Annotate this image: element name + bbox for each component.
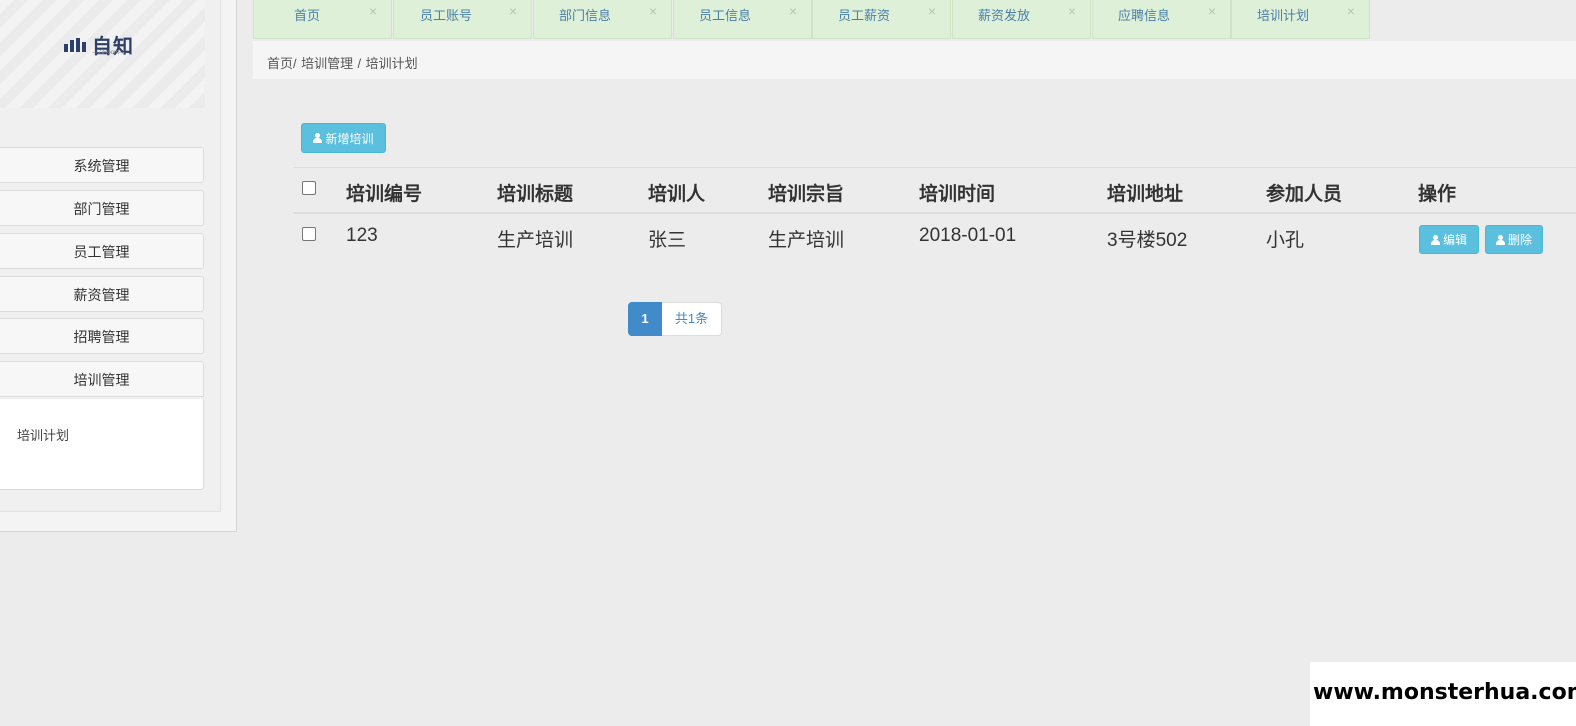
sidebar-item-training[interactable]: 培训管理 bbox=[0, 361, 204, 397]
page-total-count: 共1条 bbox=[662, 302, 722, 336]
cell-address: 3号楼502 bbox=[1107, 230, 1188, 251]
sidebar-item-system[interactable]: 系统管理 bbox=[0, 147, 204, 183]
column-header-purpose: 培训宗旨 bbox=[768, 184, 845, 205]
sidebar-submenu-training: 培训计划 bbox=[0, 399, 204, 490]
column-header-trainer: 培训人 bbox=[648, 184, 706, 205]
column-header-address: 培训地址 bbox=[1107, 184, 1184, 205]
close-icon[interactable]: × bbox=[1068, 3, 1076, 19]
edit-label: 编辑 bbox=[1442, 233, 1467, 247]
close-icon[interactable]: × bbox=[369, 3, 377, 19]
logo-subtext: —ZiRoom— bbox=[92, 50, 126, 56]
column-header-participants: 参加人员 bbox=[1266, 184, 1343, 205]
pagination: 1 共1条 bbox=[628, 302, 722, 336]
cell-title: 生产培训 bbox=[497, 230, 574, 251]
close-icon[interactable]: × bbox=[789, 3, 797, 19]
user-icon bbox=[313, 133, 323, 143]
close-icon[interactable]: × bbox=[649, 3, 657, 19]
close-icon[interactable]: × bbox=[1347, 3, 1355, 19]
tab-label: 员工账号 bbox=[420, 8, 473, 23]
cell-time: 2018-01-01 bbox=[919, 225, 1017, 246]
breadcrumb: 首页/ 培训管理 / 培训计划 bbox=[267, 53, 418, 73]
cell-id: 123 bbox=[346, 225, 378, 246]
sidebar-item-employee[interactable]: 员工管理 bbox=[0, 233, 204, 269]
user-icon bbox=[1495, 234, 1505, 245]
watermark-text: www.monsterhua.com bbox=[1313, 680, 1576, 705]
tab-label: 员工薪资 bbox=[838, 8, 891, 23]
close-icon[interactable]: × bbox=[1208, 3, 1216, 19]
edit-button[interactable]: 编辑 bbox=[1419, 225, 1479, 254]
column-header-time: 培训时间 bbox=[919, 184, 996, 205]
watermark: www.monsterhua.com bbox=[1310, 662, 1576, 726]
tab-label: 培训计划 bbox=[1257, 8, 1310, 23]
sidebar-item-salary[interactable]: 薪资管理 bbox=[0, 276, 204, 312]
select-all-checkbox[interactable] bbox=[302, 181, 316, 195]
tab-training-plan[interactable]: 培训计划 × bbox=[1231, 0, 1370, 39]
cell-participants: 小孔 bbox=[1266, 230, 1305, 251]
breadcrumb-separator: / bbox=[357, 56, 362, 71]
column-header-id: 培训编号 bbox=[346, 184, 423, 205]
sidebar-item-department[interactable]: 部门管理 bbox=[0, 190, 204, 226]
breadcrumb-bar: 首页/ 培训管理 / 培训计划 bbox=[253, 41, 1576, 79]
table-row: 123 生产培训 张三 生产培训 2018-01-01 3号楼502 小孔 编辑… bbox=[293, 214, 1576, 262]
sidebar: 自知 —ZiRoom— 系统管理 部门管理 员工管理 薪资管理 招聘管理 培训管… bbox=[0, 0, 237, 532]
cell-trainer: 张三 bbox=[648, 230, 687, 251]
sidebar-item-recruitment[interactable]: 招聘管理 bbox=[0, 318, 204, 354]
breadcrumb-section[interactable]: 培训管理 bbox=[301, 56, 353, 71]
tab-employee-salary[interactable]: 员工薪资 × bbox=[812, 0, 951, 39]
close-icon[interactable]: × bbox=[509, 3, 517, 19]
tab-applicant-info[interactable]: 应聘信息 × bbox=[1092, 0, 1231, 39]
row-checkbox[interactable] bbox=[302, 227, 316, 241]
breadcrumb-current: 培训计划 bbox=[365, 56, 418, 71]
tab-label: 员工信息 bbox=[699, 8, 752, 23]
breadcrumb-home[interactable]: 首页/ bbox=[267, 56, 297, 71]
cell-purpose: 生产培训 bbox=[768, 230, 845, 251]
logo-area: 自知 —ZiRoom— bbox=[0, 0, 205, 108]
sidebar-subitem-training-plan[interactable]: 培训计划 bbox=[17, 425, 69, 444]
add-training-label: 新增培训 bbox=[325, 131, 374, 146]
page-button-current[interactable]: 1 bbox=[628, 302, 662, 336]
tab-label: 薪资发放 bbox=[978, 8, 1031, 23]
tab-label: 首页 bbox=[294, 8, 321, 23]
add-training-button[interactable]: 新增培训 bbox=[301, 123, 386, 153]
tab-employee-account[interactable]: 员工账号 × bbox=[393, 0, 532, 39]
logo-bars-icon bbox=[64, 37, 88, 52]
tab-employee-info[interactable]: 员工信息 × bbox=[673, 0, 812, 39]
delete-label: 删除 bbox=[1507, 233, 1532, 247]
column-header-actions: 操作 bbox=[1418, 184, 1457, 205]
close-icon[interactable]: × bbox=[928, 3, 936, 19]
tab-label: 应聘信息 bbox=[1118, 8, 1171, 23]
user-icon bbox=[1430, 234, 1440, 245]
delete-button[interactable]: 删除 bbox=[1485, 225, 1543, 254]
tab-department-info[interactable]: 部门信息 × bbox=[533, 0, 672, 39]
tab-salary-payment[interactable]: 薪资发放 × bbox=[952, 0, 1091, 39]
column-header-title: 培训标题 bbox=[497, 184, 574, 205]
tab-label: 部门信息 bbox=[559, 8, 612, 23]
table-header-row: 培训编号 培训标题 培训人 培训宗旨 培训时间 培训地址 参加人员 操作 bbox=[293, 167, 1576, 214]
tab-home[interactable]: 首页 × bbox=[253, 0, 392, 39]
